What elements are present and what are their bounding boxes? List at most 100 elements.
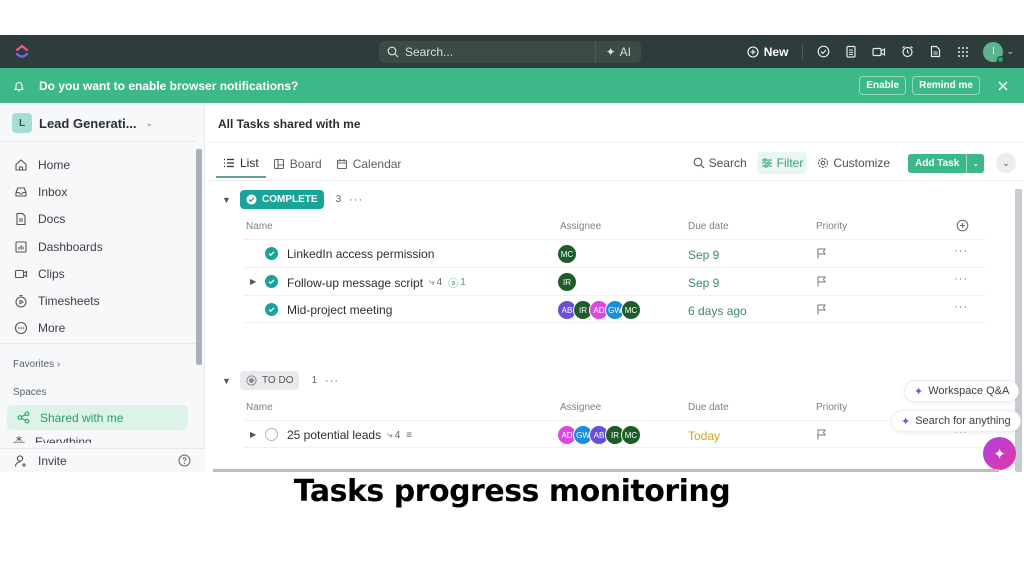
new-button[interactable]: New	[739, 45, 797, 59]
expand-subtasks-icon[interactable]: ▶	[250, 277, 256, 286]
task-status-complete-icon[interactable]	[265, 275, 278, 288]
workspace-qa-chip[interactable]: ✦ Workspace Q&A	[904, 380, 1020, 402]
task-status-open-icon[interactable]	[265, 428, 278, 441]
column-due-date[interactable]: Due date	[688, 402, 729, 413]
column-assignee[interactable]: Assignee	[560, 221, 601, 232]
assignee-avatars[interactable]: IR	[557, 272, 577, 292]
collapse-caret-icon[interactable]: ▼	[222, 195, 232, 205]
user-initial: I	[992, 46, 995, 57]
enable-button[interactable]: Enable	[859, 76, 907, 95]
collapse-caret-icon[interactable]: ▼	[222, 376, 232, 386]
sidebar-item-shared-with-me[interactable]: Shared with me	[7, 405, 188, 430]
task-status-complete-icon[interactable]	[265, 247, 278, 260]
column-assignee[interactable]: Assignee	[560, 402, 601, 413]
customize-button[interactable]: Customize	[813, 152, 894, 174]
remind-me-button[interactable]: Remind me	[912, 76, 980, 95]
sidebar-item-docs[interactable]: Docs	[14, 206, 103, 233]
workspace-switcher[interactable]: L Lead Generati... ⌄	[12, 113, 153, 133]
group-more-icon[interactable]: ···	[349, 194, 363, 206]
video-icon[interactable]	[865, 40, 893, 64]
sidebar-item-everything[interactable]: ⁂ Everything	[13, 435, 92, 443]
close-icon[interactable]	[996, 79, 1010, 93]
priority-flag-icon[interactable]	[816, 276, 827, 287]
horizontal-scrollbar[interactable]	[213, 469, 999, 472]
help-icon[interactable]	[178, 454, 191, 467]
assignee-avatars[interactable]: MC	[557, 244, 577, 264]
favorites-section[interactable]: Favorites ›	[13, 359, 60, 370]
ai-label: AI	[619, 45, 631, 59]
avatar[interactable]: MC	[557, 244, 577, 264]
assignee-avatars[interactable]: AD GW AB IR MC	[557, 425, 641, 445]
due-date[interactable]: Sep 9	[688, 276, 719, 290]
sidebar-scrollbar[interactable]	[196, 149, 202, 365]
divider	[206, 142, 1024, 143]
priority-flag-icon[interactable]	[816, 304, 827, 315]
tab-board[interactable]: Board	[266, 150, 329, 178]
due-date[interactable]: Sep 9	[688, 248, 719, 262]
avatar[interactable]: MC	[621, 300, 641, 320]
sidebar-item-timesheets[interactable]: Timesheets	[14, 287, 103, 314]
row-more-icon[interactable]: ···	[954, 273, 968, 285]
checklist-count[interactable]: ⓐ 1	[448, 275, 466, 290]
task-row[interactable]: ▶ Follow-up message script ⤷ 4 ⓐ 1 IR Sep …	[244, 267, 986, 295]
column-name[interactable]: Name	[246, 402, 273, 413]
search-anything-chip[interactable]: ✦ Search for anything	[891, 410, 1021, 432]
priority-flag-icon[interactable]	[816, 429, 827, 440]
sidebar-item-clips[interactable]: Clips	[14, 260, 103, 287]
ai-button[interactable]: ✦ AI	[594, 41, 641, 63]
filter-button[interactable]: Filter	[756, 152, 808, 174]
task-row[interactable]: ▶ 25 potential leads ⤷ 4 ≡ AD GW AB IR MC…	[244, 420, 986, 448]
sidebar-item-more[interactable]: More	[14, 315, 103, 342]
column-due-date[interactable]: Due date	[688, 221, 729, 232]
page-title: All Tasks shared with me	[218, 117, 361, 131]
avatar[interactable]: MC	[621, 425, 641, 445]
task-name[interactable]: LinkedIn access permission	[287, 247, 434, 261]
due-date[interactable]: Today	[688, 429, 720, 443]
task-row[interactable]: LinkedIn access permission MC Sep 9 ···	[244, 239, 986, 267]
alarm-icon[interactable]	[893, 40, 921, 64]
clickup-logo-icon[interactable]	[15, 44, 29, 60]
sidebar-item-inbox[interactable]: Inbox	[14, 178, 103, 205]
status-badge[interactable]: TO DO	[240, 371, 300, 390]
ai-assistant-button[interactable]: ✦	[983, 437, 1016, 470]
check-circle-icon[interactable]	[809, 40, 837, 64]
apps-grid-icon[interactable]	[949, 40, 977, 64]
subtask-count[interactable]: ⤷ 4	[387, 430, 400, 441]
task-name[interactable]: 25 potential leads	[287, 428, 381, 442]
row-more-icon[interactable]: ···	[954, 245, 968, 257]
status-badge[interactable]: COMPLETE	[240, 190, 324, 209]
task-name[interactable]: Mid-project meeting	[287, 303, 392, 317]
task-row[interactable]: Mid-project meeting AB IR AD GW MC 6 day…	[244, 295, 986, 323]
due-date[interactable]: 6 days ago	[688, 304, 747, 318]
column-priority[interactable]: Priority	[816, 402, 847, 413]
tab-list[interactable]: List	[216, 150, 266, 178]
sidebar-item-home[interactable]: Home	[14, 151, 103, 178]
avatar[interactable]: IR	[557, 272, 577, 292]
task-status-complete-icon[interactable]	[265, 303, 278, 316]
doc-icon[interactable]	[921, 40, 949, 64]
task-name[interactable]: Follow-up message script	[287, 276, 423, 290]
sidebar-item-dashboards[interactable]: Dashboards	[14, 233, 103, 260]
group-more-icon[interactable]: ···	[325, 375, 339, 387]
add-task-dropdown-icon[interactable]: ⌄	[966, 153, 984, 173]
column-priority[interactable]: Priority	[816, 221, 847, 232]
add-column-icon[interactable]	[956, 219, 969, 232]
notepad-icon[interactable]	[837, 40, 865, 64]
column-name[interactable]: Name	[246, 221, 273, 232]
add-task-button[interactable]: Add Task ⌄	[908, 153, 984, 173]
global-search[interactable]: Search... ✦ AI	[379, 41, 641, 63]
list-toolbar: Search Filter Customize Add Task ⌄ ⌄	[689, 150, 1016, 176]
assignee-avatars[interactable]: AB IR AD GW MC	[557, 300, 641, 320]
list-icon	[224, 158, 234, 168]
search-tasks-button[interactable]: Search	[689, 152, 751, 174]
docs-icon	[16, 213, 26, 226]
user-avatar[interactable]: I	[983, 41, 1005, 63]
row-more-icon[interactable]: ···	[954, 301, 968, 313]
tab-calendar[interactable]: Calendar	[329, 150, 409, 178]
subtask-count[interactable]: ⤷ 4	[429, 277, 442, 288]
priority-flag-icon[interactable]	[816, 248, 827, 259]
invite-button[interactable]: Invite	[0, 448, 205, 472]
chevron-down-icon[interactable]: ⌄	[1006, 46, 1014, 57]
collapse-chevron-button[interactable]: ⌄	[996, 153, 1016, 173]
expand-subtasks-icon[interactable]: ▶	[250, 430, 256, 439]
